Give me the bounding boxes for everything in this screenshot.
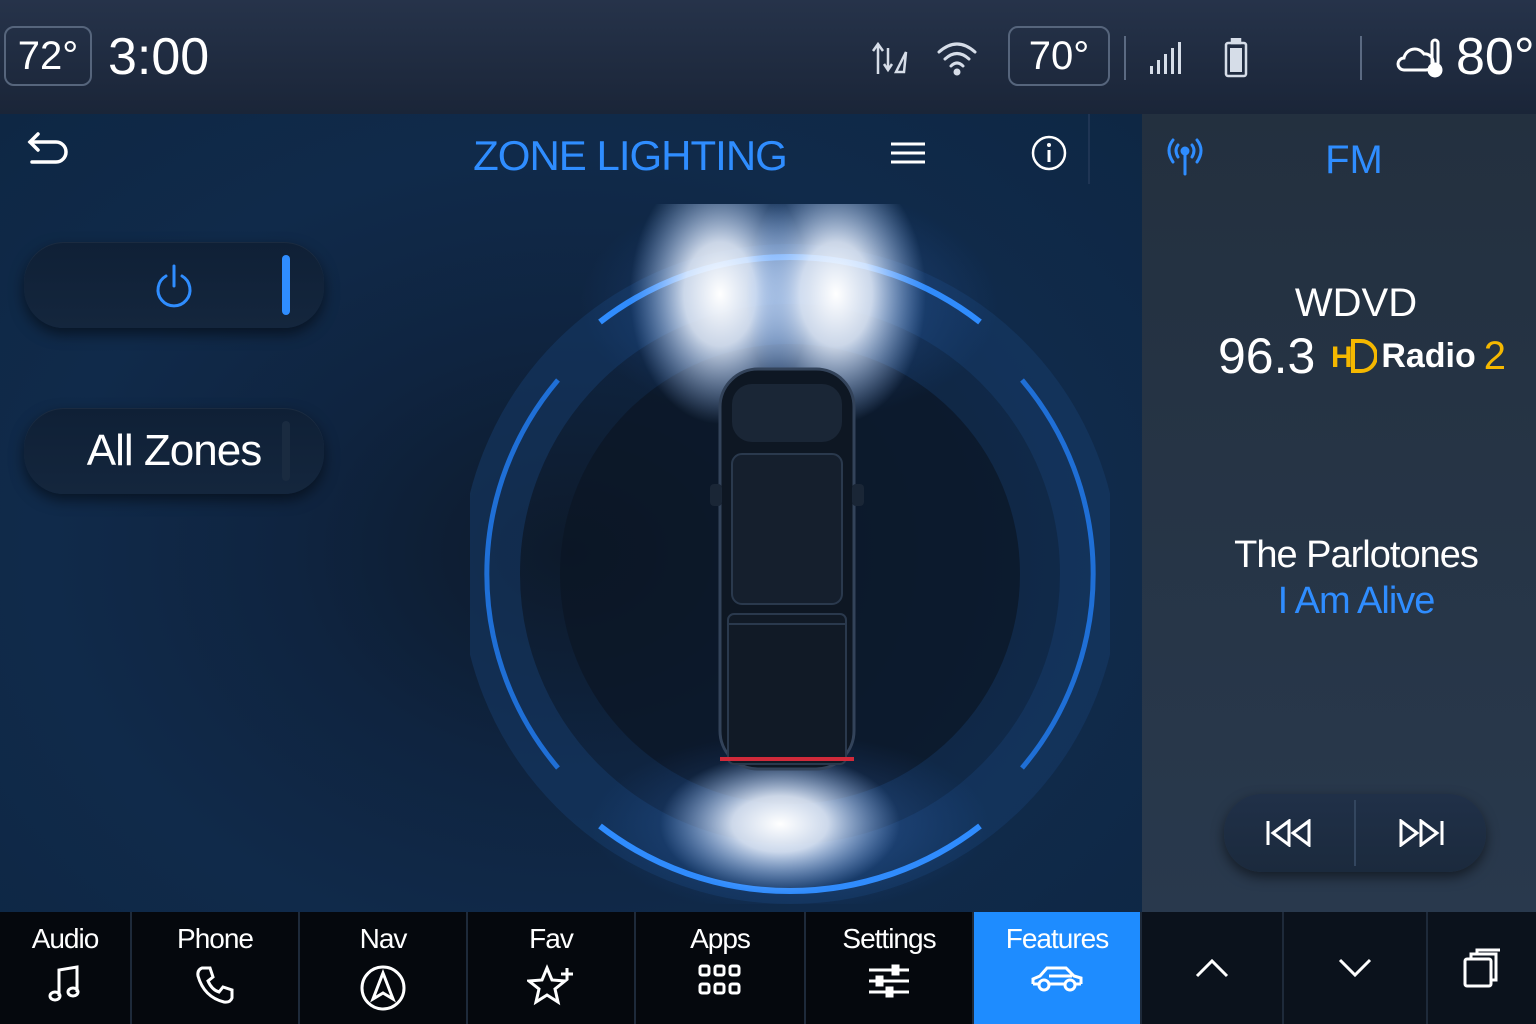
artist-name: The Parlotones <box>1234 534 1479 576</box>
hd-radio-logo-icon: H <box>1331 335 1378 377</box>
status-divider <box>1124 36 1126 80</box>
nav-features[interactable]: Features <box>974 912 1142 1024</box>
scroll-up-button[interactable] <box>1142 912 1284 1024</box>
navigation-icon <box>359 964 407 1012</box>
nav-phone-label: Phone <box>177 923 254 954</box>
status-bar: 72° 3:00 70° 80° <box>0 0 1536 115</box>
weather-cloud-thermometer-icon <box>1396 36 1446 80</box>
cabin-temp-right[interactable]: 70° <box>1008 26 1110 86</box>
navigation-arrows-icon <box>870 38 910 78</box>
nav-phone[interactable]: Phone <box>132 912 300 1024</box>
page-title: ZONE LIGHTING <box>473 132 788 179</box>
radio-band[interactable]: FM <box>1142 130 1536 190</box>
nav-settings[interactable]: Settings <box>806 912 974 1024</box>
cabin-temp-right-value: 70° <box>1028 33 1090 78</box>
clock: 3:00 <box>108 28 210 86</box>
svg-text:H: H <box>1331 341 1353 374</box>
seek-forward-button[interactable] <box>1356 794 1486 872</box>
nav-audio[interactable]: Audio <box>0 912 132 1024</box>
status-divider-2 <box>1360 36 1362 80</box>
nav-apps[interactable]: Apps <box>636 912 806 1024</box>
nav-features-label: Features <box>1005 923 1109 954</box>
nav-audio-label: Audio <box>31 923 100 954</box>
station-name: WDVD <box>1294 281 1418 325</box>
battery-icon <box>1224 38 1248 78</box>
power-toggle-button[interactable] <box>24 242 324 328</box>
transport-controls <box>1224 794 1486 872</box>
star-plus-icon <box>527 964 575 1006</box>
wifi-icon <box>936 38 978 78</box>
info-icon[interactable] <box>1030 134 1068 172</box>
music-note-icon <box>47 964 83 1004</box>
outside-temp: 80° <box>1456 28 1535 86</box>
nav-nav[interactable]: Nav <box>300 912 468 1024</box>
station-frequency: 96.3 <box>1218 328 1316 384</box>
seek-forward-icon <box>1397 819 1445 847</box>
power-status-indicator <box>282 255 290 315</box>
all-zones-indicator <box>282 421 290 481</box>
power-icon <box>154 260 194 310</box>
seek-back-button[interactable] <box>1224 794 1354 872</box>
header-divider <box>1088 114 1090 184</box>
nav-nav-label: Nav <box>359 923 408 954</box>
radio-panel: FM WDVD 96.3 H Radio 2 The Parlotones I … <box>1142 114 1536 912</box>
all-zones-label: All Zones <box>86 426 262 475</box>
bottom-nav: Audio Phone Nav Fav Apps Settings Featur… <box>0 912 1536 1024</box>
all-zones-button[interactable]: All Zones <box>24 408 324 494</box>
hamburger-menu-icon[interactable] <box>888 138 928 168</box>
chevron-down-icon <box>1337 957 1373 979</box>
vehicle-zone-diagram <box>470 204 1110 904</box>
apps-grid-icon <box>698 964 742 996</box>
rear-light <box>660 754 900 894</box>
phone-icon <box>194 964 236 1006</box>
zone-lighting-panel: ZONE LIGHTING All Zones <box>0 114 1142 912</box>
frequency-row: 96.3 H Radio 2 <box>1218 326 1506 386</box>
cabin-temp-left[interactable]: 72° <box>4 26 92 86</box>
back-arrow-icon[interactable] <box>26 128 72 168</box>
scroll-down-button[interactable] <box>1284 912 1428 1024</box>
chevron-up-icon <box>1194 957 1230 979</box>
car-icon <box>1030 964 1084 994</box>
stacked-windows-icon <box>1462 947 1502 989</box>
cabin-temp-left-value: 72° <box>17 33 79 78</box>
nav-fav-label: Fav <box>529 923 574 954</box>
truck-icon <box>710 367 864 771</box>
nav-fav[interactable]: Fav <box>468 912 636 1024</box>
window-switch-button[interactable] <box>1428 912 1536 1024</box>
seek-back-icon <box>1265 819 1313 847</box>
signal-strength-icon <box>1148 40 1188 76</box>
sliders-icon <box>867 964 911 998</box>
hd-channel: 2 <box>1483 333 1507 378</box>
nav-settings-label: Settings <box>842 923 936 954</box>
hd-radio-text: Radio <box>1381 336 1476 375</box>
nav-apps-label: Apps <box>690 923 751 954</box>
song-title: I Am Alive <box>1277 580 1436 622</box>
